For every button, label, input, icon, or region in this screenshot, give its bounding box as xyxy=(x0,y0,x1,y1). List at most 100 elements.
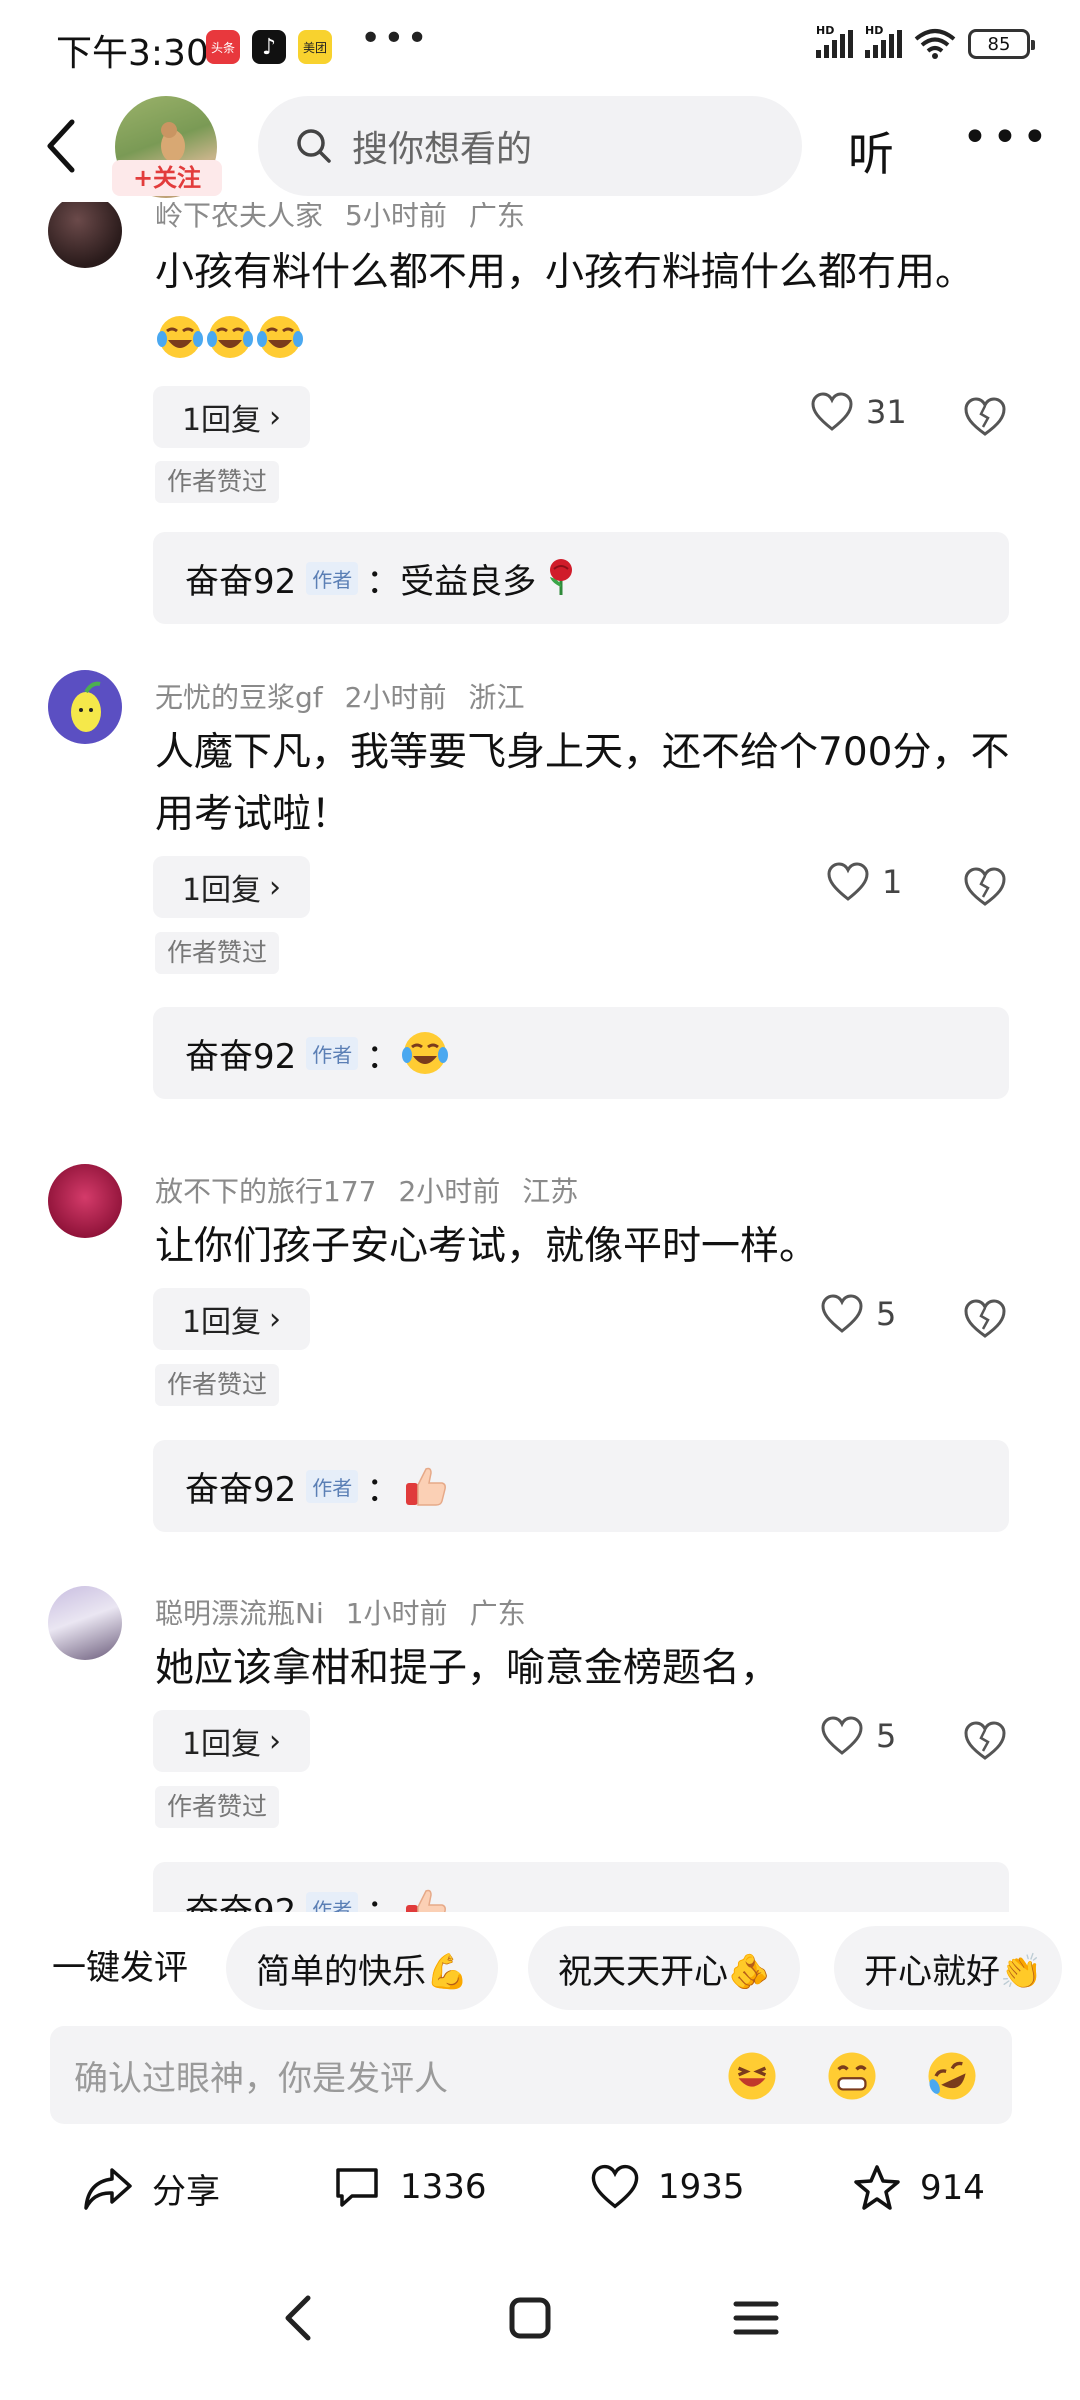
battery-icon: 85 xyxy=(968,29,1035,59)
view-replies-button[interactable]: 1回复 › xyxy=(153,1288,310,1350)
heart-icon xyxy=(821,1294,863,1333)
search-placeholder: 搜你想看的 xyxy=(352,129,533,170)
beaming-emoji-icon[interactable] xyxy=(824,2048,880,2104)
rose-emoji-icon xyxy=(550,559,573,595)
like-button[interactable]: 5 xyxy=(820,1294,896,1334)
comment-location: 浙江 xyxy=(468,681,525,714)
comment-username[interactable]: 放不下的旅行177 xyxy=(155,1175,376,1208)
heart-icon xyxy=(811,392,853,431)
star-icon xyxy=(854,2165,900,2210)
broken-heart-icon[interactable] xyxy=(962,1718,1008,1764)
quick-comment-chip[interactable]: 开心就好👏 xyxy=(834,1926,1063,2010)
laugh-cry-emoji-icon xyxy=(257,315,303,358)
quick-comment-label: 一键发评 xyxy=(52,1948,188,1988)
broken-heart-icon[interactable] xyxy=(962,864,1008,910)
like-count: 1 xyxy=(882,863,903,901)
share-icon xyxy=(84,2167,132,2210)
broken-heart-icon[interactable] xyxy=(962,1296,1008,1342)
comment-location: 江苏 xyxy=(522,1175,579,1208)
search-icon xyxy=(297,129,331,163)
author-liked-badge: 作者赞过 xyxy=(155,461,280,503)
author-reply-name: 奋奋92 xyxy=(185,1036,297,1077)
nav-home-icon[interactable] xyxy=(500,2288,560,2348)
view-replies-button[interactable]: 1回复 › xyxy=(153,386,310,448)
author-liked-badge: 作者赞过 xyxy=(155,1364,280,1406)
status-more-icon: ••• xyxy=(360,18,430,59)
comment-location: 广东 xyxy=(468,202,525,232)
listen-button[interactable]: 听 xyxy=(848,118,894,184)
view-replies-button[interactable]: 1回复 › xyxy=(153,1710,310,1772)
comment-time: 1小时前 xyxy=(345,1597,448,1630)
rofl-emoji-icon[interactable] xyxy=(924,2048,980,2104)
follow-button[interactable]: +关注 xyxy=(112,160,222,196)
share-button[interactable]: 分享 xyxy=(82,2164,220,2213)
author-reply[interactable]: 奋奋92 作者： xyxy=(153,1007,1009,1099)
comments-button[interactable]: 1336 xyxy=(332,2164,487,2210)
search-bar[interactable]: 搜你想看的 xyxy=(258,96,802,196)
like-count: 5 xyxy=(876,1295,897,1333)
nav-back-icon[interactable] xyxy=(270,2288,330,2348)
heart-icon xyxy=(821,1716,863,1755)
author-reply-name: 奋奋92 xyxy=(185,1891,297,1913)
author-reply[interactable]: 奋奋92 作者： xyxy=(153,1440,1009,1532)
user-avatar[interactable] xyxy=(48,202,122,268)
chevron-right-icon: › xyxy=(269,1301,282,1337)
comments-count: 1336 xyxy=(400,2167,487,2207)
author-tag: 作者 xyxy=(306,1036,359,1070)
broken-heart-icon[interactable] xyxy=(962,394,1008,440)
comment-input[interactable]: 确认过眼神，你是发评人 xyxy=(50,2026,1012,2124)
like-post-button[interactable]: 1935 xyxy=(590,2164,745,2210)
author-reply-name: 奋奋92 xyxy=(185,561,297,602)
author-liked-badge: 作者赞过 xyxy=(155,1786,280,1828)
bottom-action-bar: 分享 1336 1935 914 xyxy=(0,2142,1080,2242)
comment-username[interactable]: 无忧的豆浆gf xyxy=(155,681,323,714)
nav-menu-icon[interactable] xyxy=(726,2288,786,2348)
chevron-right-icon: › xyxy=(269,1723,282,1759)
author-reply[interactable]: 奋奋92 作者 ：受益良多 xyxy=(153,532,1009,624)
signal-icon: HD xyxy=(816,24,853,58)
user-avatar[interactable] xyxy=(48,1586,122,1660)
author-tag: 作者 xyxy=(306,1891,359,1912)
user-avatar[interactable] xyxy=(48,1164,122,1238)
heart-icon xyxy=(827,862,869,901)
meituan-app-icon: 美团 xyxy=(298,30,332,64)
lemon-avatar-icon xyxy=(71,681,101,732)
comment-meta: 无忧的豆浆gf 2小时前 浙江 xyxy=(155,676,546,716)
signal-icon-2: HD xyxy=(865,24,902,58)
back-arrow-icon[interactable] xyxy=(38,116,88,176)
comment-time: 5小时前 xyxy=(345,202,447,232)
comment-location: 广东 xyxy=(469,1597,526,1630)
like-button[interactable]: 1 xyxy=(826,862,902,902)
view-replies-button[interactable]: 1回复 › xyxy=(153,856,310,918)
quick-comment-chip[interactable]: 简单的快乐💪 xyxy=(226,1926,499,2010)
comment-list: 岭下农夫人家 5小时前 广东 小孩有料什么都不用，小孩冇料搞什么都冇用。 1回复 › … xyxy=(0,202,1080,1912)
favorite-button[interactable]: 914 xyxy=(852,2164,985,2212)
like-count: 31 xyxy=(866,393,907,431)
comment-username[interactable]: 岭下农夫人家 xyxy=(155,202,323,232)
author-reply[interactable]: 奋奋92 作者： xyxy=(153,1862,1009,1912)
laugh-cry-emoji-icon xyxy=(207,315,253,358)
favorites-count: 914 xyxy=(920,2168,985,2208)
author-liked-badge: 作者赞过 xyxy=(155,932,280,974)
author-tag: 作者 xyxy=(306,561,359,595)
system-nav-bar xyxy=(0,2250,1080,2400)
like-button[interactable]: 5 xyxy=(820,1716,896,1756)
author-reply-text: ：受益良多 xyxy=(366,561,537,602)
like-button[interactable]: 31 xyxy=(810,392,907,432)
heart-icon xyxy=(591,2164,639,2209)
more-menu-button[interactable]: ••• xyxy=(962,112,1052,163)
top-header: +关注 搜你想看的 听 ••• xyxy=(0,90,1080,202)
comment-text: 小孩有料什么都不用，小孩冇料搞什么都冇用。 xyxy=(155,242,1015,366)
chevron-right-icon: › xyxy=(269,869,282,905)
status-bar: 下午3:30 头条 ♪ 美团 ••• HD HD 85 xyxy=(0,0,1080,90)
comment-meta: 放不下的旅行177 2小时前 江苏 xyxy=(155,1170,600,1210)
grin-emoji-icon[interactable] xyxy=(724,2048,780,2104)
thumbs-up-emoji-icon xyxy=(406,1467,447,1506)
comment-username[interactable]: 聪明漂流瓶Ni xyxy=(155,1597,324,1630)
comment-meta: 岭下农夫人家 5小时前 广东 xyxy=(155,202,547,234)
quick-comment-chip[interactable]: 祝天天开心🫵 xyxy=(528,1926,801,2010)
comment-time: 2小时前 xyxy=(398,1175,501,1208)
user-avatar[interactable] xyxy=(48,670,122,744)
comment-meta: 聪明漂流瓶Ni 1小时前 广东 xyxy=(155,1592,548,1632)
comment-text: 让你们孩子安心考试，就像平时一样。 xyxy=(155,1224,819,1269)
